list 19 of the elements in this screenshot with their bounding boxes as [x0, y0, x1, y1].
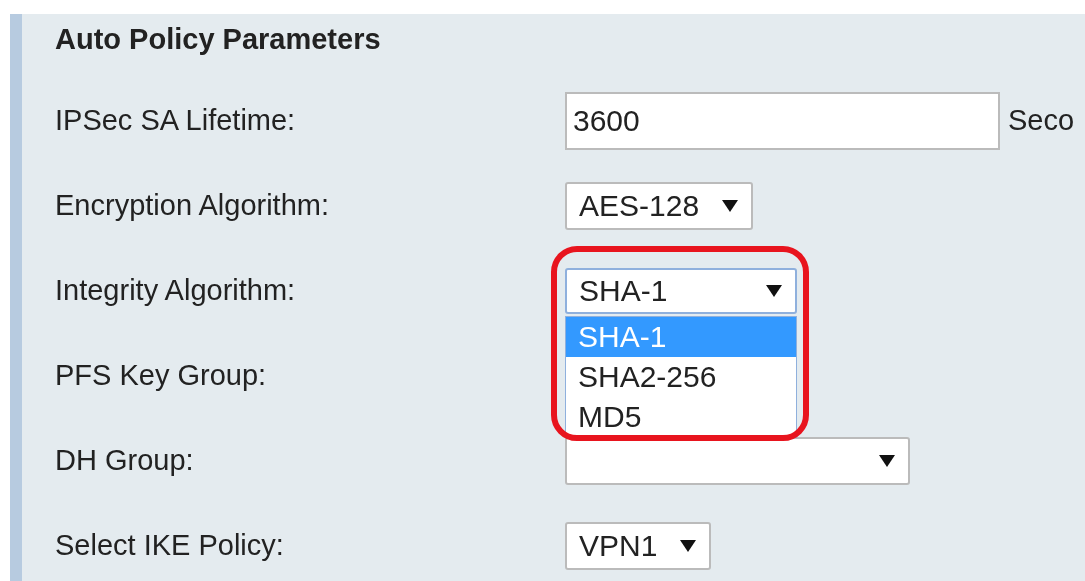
field-label: Integrity Algorithm: — [55, 274, 296, 307]
dropdown-select[interactable]: VPN1 — [565, 521, 712, 570]
caret-icon — [721, 198, 740, 213]
field-label: PFS Key Group: — [55, 359, 267, 392]
field-label: Select IKE Policy: — [55, 529, 284, 562]
field-label: Encryption Algorithm: — [55, 189, 329, 222]
dropdown-select[interactable]: AES-128 — [565, 181, 754, 230]
field-label: IPSec SA Lifetime: — [55, 104, 296, 137]
dropdown-option[interactable]: SHA2-256 — [566, 356, 796, 397]
caret-icon — [765, 283, 783, 298]
field-label: DH Group: — [55, 444, 194, 477]
dropdown-option[interactable]: MD5 — [566, 396, 796, 437]
section-title: Auto Policy Parameters — [55, 22, 381, 56]
lifetime-input[interactable]: 3600 — [565, 91, 1000, 150]
caret-icon — [679, 538, 698, 553]
unit-label: Seco — [1008, 104, 1075, 137]
caret-icon — [878, 453, 896, 468]
dropdown-select[interactable] — [565, 436, 910, 485]
dropdown-select[interactable]: SHA-1 — [565, 267, 797, 314]
